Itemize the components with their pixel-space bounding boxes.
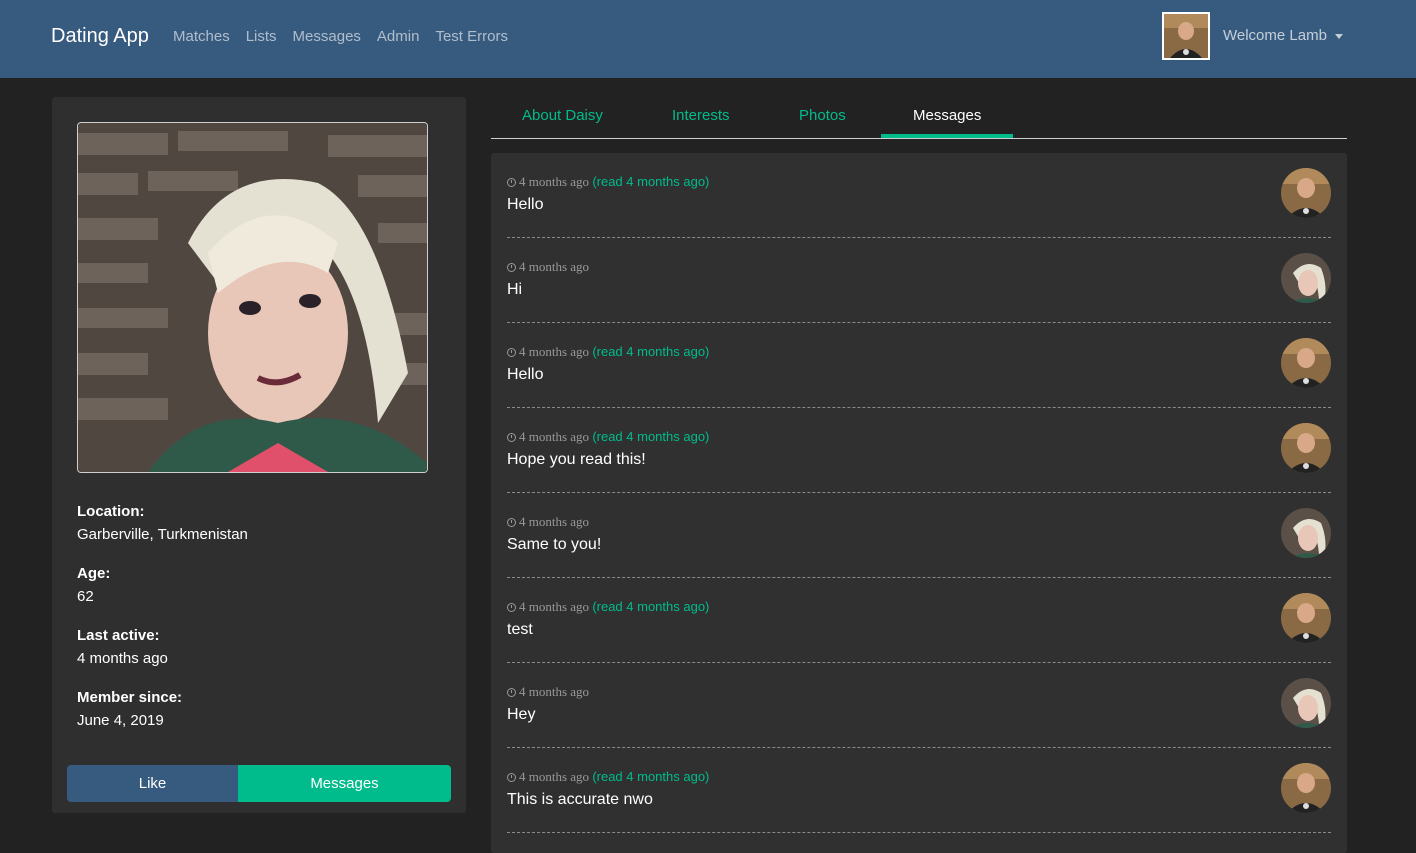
member-since-label: Member since:: [77, 689, 183, 706]
message-text: Same to you!: [507, 536, 602, 553]
message-read-status: (read 4 months ago): [592, 599, 710, 614]
message-thread: 4 months ago (read 4 months ago) Hello 4 m…: [491, 153, 1347, 853]
profile-actions: Like Messages: [67, 765, 451, 802]
navbar: Dating App Matches Lists Messages Admin …: [0, 0, 1416, 78]
message-item: 4 months ago Hey: [507, 663, 1331, 748]
message-meta: 4 months ago (read 4 months ago): [507, 429, 709, 445]
message-time: 4 months ago: [519, 514, 590, 529]
member-since-value: June 4, 2019: [77, 712, 164, 729]
clock-icon: [507, 603, 516, 612]
clock-icon: [507, 773, 516, 782]
message-item: 4 months ago (read 4 months ago) Hope you…: [507, 408, 1331, 493]
last-active-value: 4 months ago: [77, 650, 168, 667]
profile-info: Location: Garberville, Turkmenistan Age:…: [77, 503, 248, 751]
message-text: Hello: [507, 366, 544, 383]
message-meta: 4 months ago: [507, 684, 589, 700]
welcome-text: Welcome Lamb: [1223, 27, 1327, 44]
message-time: 4 months ago: [519, 174, 590, 189]
last-active-label: Last active:: [77, 627, 160, 644]
message-time: 4 months ago: [519, 684, 590, 699]
message-read-status: (read 4 months ago): [592, 344, 710, 359]
sender-avatar: [1281, 678, 1331, 728]
message-text: Hello: [507, 196, 544, 213]
message-meta: 4 months ago: [507, 514, 589, 530]
age-label: Age:: [77, 565, 111, 582]
clock-icon: [507, 263, 516, 272]
message-meta: 4 months ago: [507, 259, 589, 275]
message-read-status: (read 4 months ago): [592, 769, 710, 784]
messages-button[interactable]: Messages: [238, 765, 451, 802]
tab-messages[interactable]: Messages: [913, 107, 981, 124]
message-text: Hope you read this!: [507, 451, 646, 468]
message-item: 4 months ago (read 4 months ago) This is …: [507, 748, 1331, 833]
message-item: 4 months ago Hi: [507, 238, 1331, 323]
sender-avatar: [1281, 338, 1331, 388]
nav-link-admin[interactable]: Admin: [377, 28, 420, 45]
nav-link-matches[interactable]: Matches: [173, 28, 230, 45]
message-meta: 4 months ago (read 4 months ago): [507, 344, 709, 360]
message-text: Hi: [507, 281, 523, 298]
sender-avatar: [1281, 763, 1331, 813]
user-avatar[interactable]: [1162, 12, 1210, 60]
message-text: Hey: [507, 706, 536, 723]
profile-photo: [77, 122, 428, 473]
nav-links: Matches Lists Messages Admin Test Errors: [173, 28, 524, 45]
nav-link-messages[interactable]: Messages: [293, 28, 361, 45]
sender-avatar: [1281, 168, 1331, 218]
tab-about[interactable]: About Daisy: [522, 107, 603, 124]
message-item: 4 months ago (read 4 months ago) Hello: [507, 323, 1331, 408]
nav-link-lists[interactable]: Lists: [246, 28, 277, 45]
like-button[interactable]: Like: [67, 765, 238, 802]
message-item: 4 months ago (read 4 months ago) test: [507, 578, 1331, 663]
clock-icon: [507, 688, 516, 697]
active-tab-indicator: [881, 134, 1013, 138]
sender-avatar: [1281, 593, 1331, 643]
message-item: 4 months ago (read 4 months ago) Hello: [507, 153, 1331, 238]
message-time: 4 months ago: [519, 769, 590, 784]
message-meta: 4 months ago (read 4 months ago): [507, 174, 709, 190]
user-dropdown[interactable]: Welcome Lamb: [1223, 27, 1343, 44]
sender-avatar: [1281, 253, 1331, 303]
message-time: 4 months ago: [519, 259, 590, 274]
brand-link[interactable]: Dating App: [51, 25, 149, 48]
clock-icon: [507, 433, 516, 442]
profile-card: Location: Garberville, Turkmenistan Age:…: [52, 97, 466, 813]
clock-icon: [507, 178, 516, 187]
message-time: 4 months ago: [519, 599, 590, 614]
location-value: Garberville, Turkmenistan: [77, 526, 248, 543]
message-text: This is accurate nwo: [507, 791, 653, 808]
tab-interests[interactable]: Interests: [672, 107, 730, 124]
tab-photos[interactable]: Photos: [799, 107, 846, 124]
message-text: test: [507, 621, 533, 638]
message-meta: 4 months ago (read 4 months ago): [507, 769, 709, 785]
profile-tabs: About Daisy Interests Photos Messages: [491, 97, 1347, 139]
message-read-status: (read 4 months ago): [592, 429, 710, 444]
caret-down-icon: [1334, 33, 1343, 39]
location-label: Location:: [77, 503, 145, 520]
clock-icon: [507, 348, 516, 357]
message-meta: 4 months ago (read 4 months ago): [507, 599, 709, 615]
age-value: 62: [77, 588, 94, 605]
nav-link-test-errors[interactable]: Test Errors: [435, 28, 508, 45]
message-read-status: (read 4 months ago): [592, 174, 710, 189]
message-time: 4 months ago: [519, 344, 590, 359]
message-item: 4 months ago Same to you!: [507, 493, 1331, 578]
sender-avatar: [1281, 508, 1331, 558]
sender-avatar: [1281, 423, 1331, 473]
message-time: 4 months ago: [519, 429, 590, 444]
clock-icon: [507, 518, 516, 527]
